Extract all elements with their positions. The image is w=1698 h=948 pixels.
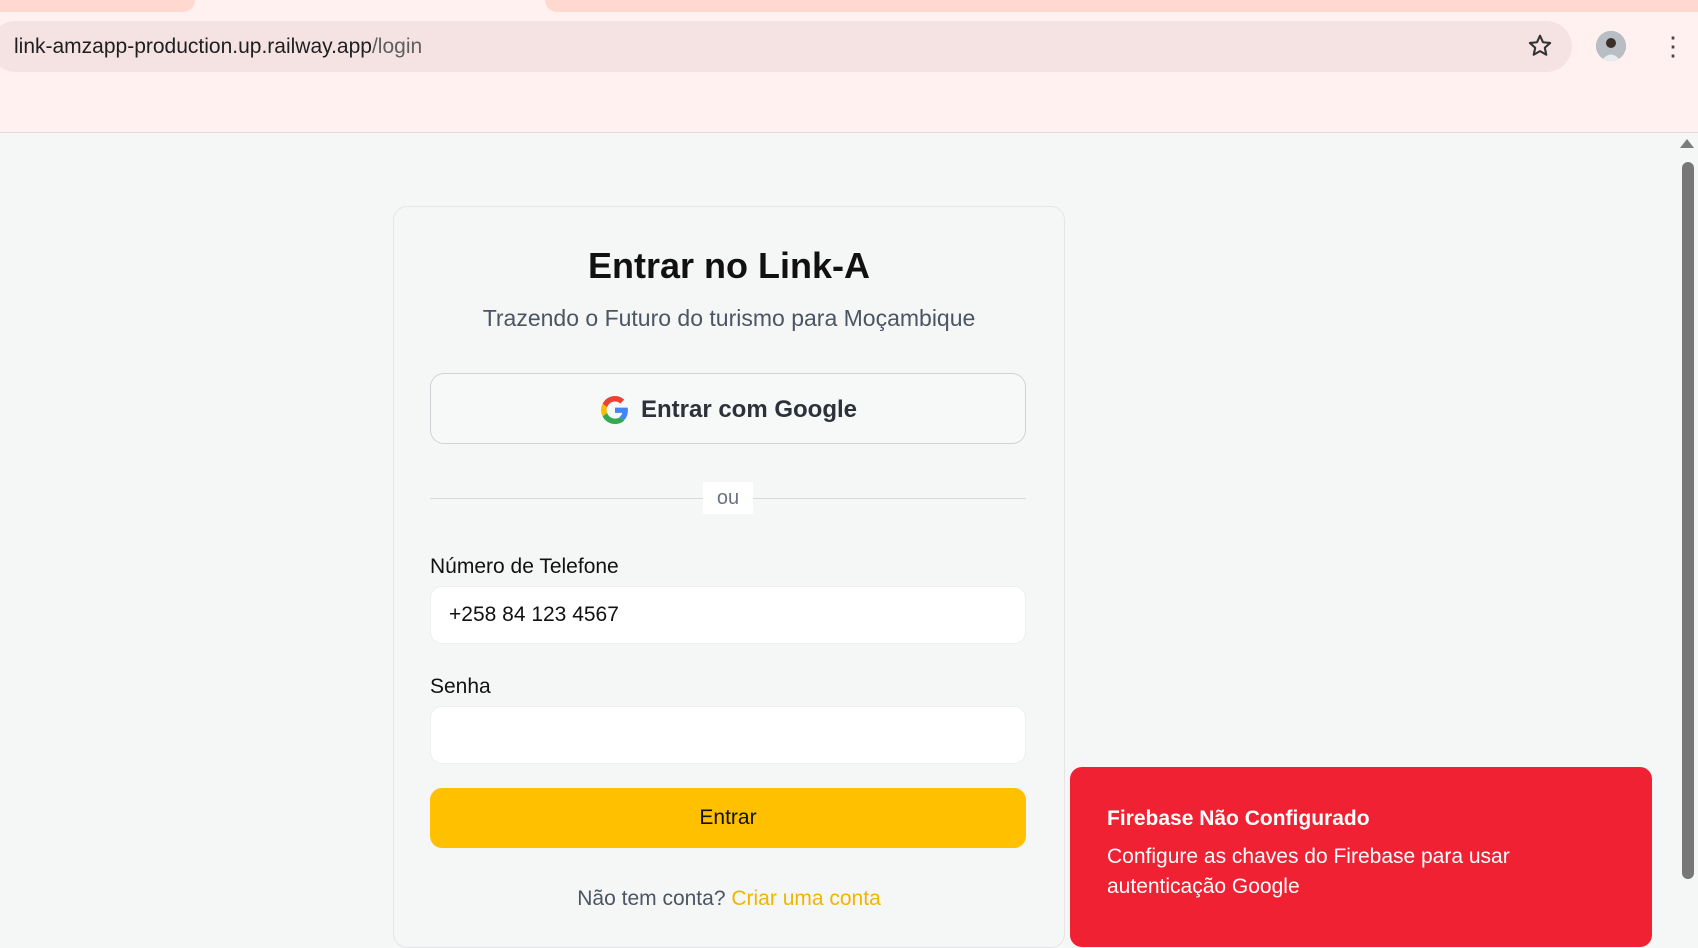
scroll-up-arrow[interactable] <box>1680 139 1694 148</box>
page-subtitle: Trazendo o Futuro do turismo para Moçamb… <box>482 305 976 331</box>
profile-icon <box>1596 31 1626 61</box>
tab-inactive-left[interactable] <box>0 0 195 12</box>
url-path: /login <box>371 35 423 58</box>
toast-message: Configure as chaves do Firebase para usa… <box>1107 845 1510 898</box>
signup-prompt: Não tem conta? Criar uma conta <box>394 887 1064 911</box>
kebab-menu-icon[interactable]: ⋮ <box>1660 32 1686 60</box>
tab-active[interactable] <box>198 0 543 12</box>
avatar[interactable] <box>1596 31 1626 61</box>
google-icon <box>600 395 628 424</box>
login-submit-button[interactable]: Entrar <box>430 788 1026 848</box>
address-bar[interactable]: link-amzapp-production.up.railway.app/lo… <box>0 21 1572 72</box>
tab-inactive-right[interactable] <box>545 0 1698 12</box>
google-signin-button[interactable]: Entrar com Google <box>430 373 1026 444</box>
divider-label: ou <box>703 482 753 514</box>
login-card: Entrar no Link-A Trazendo o Futuro do tu… <box>393 206 1065 948</box>
phone-label: Número de Telefone <box>430 555 619 578</box>
phone-input[interactable] <box>430 586 1026 644</box>
page-title: Entrar no Link-A <box>587 245 870 286</box>
error-toast[interactable]: Firebase Não Configurado Configure as ch… <box>1070 767 1652 947</box>
url-text[interactable]: link-amzapp-production.up.railway.app/lo… <box>14 35 422 59</box>
no-account-text: Não tem conta? <box>577 887 726 910</box>
scrollbar-thumb[interactable] <box>1682 162 1694 879</box>
google-button-label: Entrar com Google <box>640 395 858 423</box>
password-label: Senha <box>430 675 491 698</box>
url-host: link-amzapp-production.up.railway.app <box>14 35 372 58</box>
toast-title: Firebase Não Configurado <box>1107 807 1370 830</box>
create-account-link[interactable]: Criar uma conta <box>731 887 880 910</box>
tab-strip <box>0 0 1698 12</box>
password-input[interactable] <box>430 706 1026 764</box>
star-icon[interactable] <box>1526 32 1554 60</box>
browser-toolbar: link-amzapp-production.up.railway.app/lo… <box>0 0 1698 133</box>
